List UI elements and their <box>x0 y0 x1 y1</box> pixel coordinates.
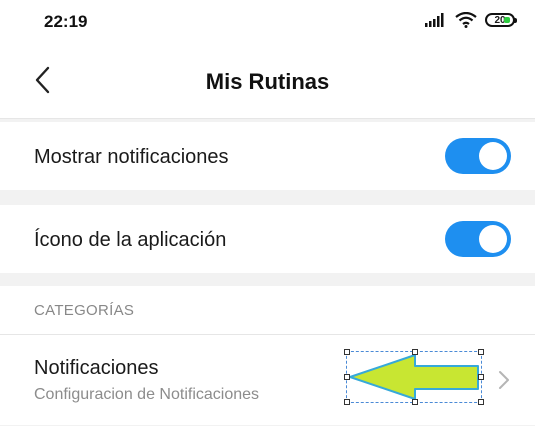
battery-cap <box>514 18 517 23</box>
category-title: Notificaciones <box>34 357 159 379</box>
navigation-bar: Mis Rutinas <box>0 44 535 119</box>
show-notifications-toggle[interactable] <box>445 138 511 174</box>
setting-label: Mostrar notificaciones <box>34 146 229 168</box>
section-header: CATEGORÍAS <box>34 302 135 319</box>
status-time: 22:19 <box>44 12 88 31</box>
status-icons: 20 <box>425 12 517 28</box>
resize-handle[interactable] <box>478 349 484 355</box>
resize-handle[interactable] <box>412 349 418 355</box>
chevron-right-icon <box>499 371 509 389</box>
setting-row-app-icon[interactable]: Ícono de la aplicación <box>0 205 535 273</box>
annotation-selection-box[interactable] <box>344 349 484 405</box>
resize-handle[interactable] <box>344 399 350 405</box>
resize-handle[interactable] <box>412 399 418 405</box>
resize-handle[interactable] <box>344 349 350 355</box>
app-icon-toggle[interactable] <box>445 221 511 257</box>
battery-icon: 20 <box>485 13 517 27</box>
resize-handle[interactable] <box>344 374 350 380</box>
signal-icon <box>425 13 444 27</box>
toggle-knob <box>479 142 507 170</box>
wifi-icon <box>455 12 477 28</box>
status-bar: 22:19 20 <box>0 0 535 44</box>
resize-handle[interactable] <box>478 374 484 380</box>
page-title: Mis Rutinas <box>205 69 330 94</box>
arrow-left-icon <box>349 354 479 400</box>
category-subtitle: Configuracion de Notificaciones <box>34 386 260 403</box>
toggle-knob <box>479 225 507 253</box>
resize-handle[interactable] <box>478 399 484 405</box>
setting-row-show-notifications[interactable]: Mostrar notificaciones <box>0 122 535 190</box>
battery-charge-indicator <box>504 17 510 23</box>
setting-label: Ícono de la aplicación <box>34 229 227 251</box>
